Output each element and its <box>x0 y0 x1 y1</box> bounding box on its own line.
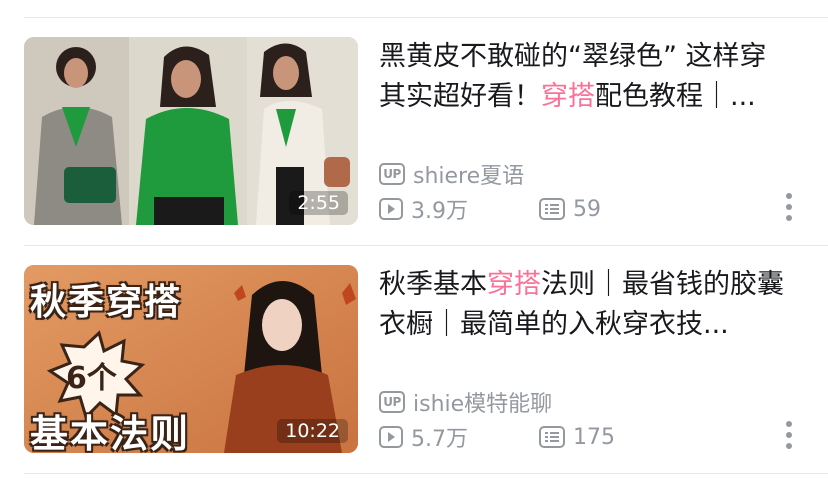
danmaku-icon <box>539 426 565 448</box>
danmaku-count: 59 <box>573 196 601 222</box>
views-count: 5.7万 <box>411 427 468 452</box>
video-duration: 10:22 <box>277 419 348 443</box>
danmaku-icon <box>539 198 565 220</box>
top-divider <box>24 17 828 18</box>
up-badge-icon: UP <box>379 391 405 413</box>
play-count-icon <box>379 426 403 448</box>
danmaku-stat: 175 <box>539 425 615 450</box>
views-stat: 3.9万 <box>379 193 539 225</box>
danmaku-stat: 59 <box>539 197 601 222</box>
title-highlight: 穿搭 <box>487 269 541 300</box>
play-count-icon <box>379 198 403 220</box>
video-stats: 5.7万 175 <box>379 421 615 453</box>
uploader-row[interactable]: UP ishie模特能聊 <box>379 388 553 417</box>
views-count: 3.9万 <box>411 199 468 224</box>
video-card[interactable]: 秋季穿搭 6个 基本法则 10:22 秋季基本穿搭法则｜最省钱的胶囊衣橱｜最简单… <box>24 265 828 453</box>
title-text: 秋季基本 <box>379 269 487 300</box>
video-card[interactable]: 2:55 黑黄皮不敢碰的“翠绿色” 这样穿其实超好看！穿搭配色教程｜... UP… <box>24 37 828 225</box>
video-duration: 2:55 <box>289 191 348 215</box>
uploader-row[interactable]: UP shiere夏语 <box>379 160 525 189</box>
uploader-name: ishie模特能聊 <box>413 392 553 417</box>
up-badge-icon: UP <box>379 163 405 185</box>
more-options-icon[interactable] <box>780 189 798 225</box>
video-thumbnail[interactable]: 2:55 <box>24 37 358 225</box>
title-text: 配色教程｜... <box>595 81 756 112</box>
card-divider <box>24 245 828 246</box>
thumb-text-bottom: 基本法则 <box>30 412 191 453</box>
danmaku-count: 175 <box>573 424 615 450</box>
video-stats: 3.9万 59 <box>379 193 601 225</box>
video-title[interactable]: 秋季基本穿搭法则｜最省钱的胶囊衣橱｜最简单的入秋穿衣技... <box>379 265 789 345</box>
title-highlight: 穿搭 <box>541 81 595 112</box>
views-stat: 5.7万 <box>379 421 539 453</box>
thumb-text-badge: 6个 <box>66 361 117 396</box>
video-title[interactable]: 黑黄皮不敢碰的“翠绿色” 这样穿其实超好看！穿搭配色教程｜... <box>379 37 789 117</box>
video-thumbnail[interactable]: 秋季穿搭 6个 基本法则 10:22 <box>24 265 358 453</box>
uploader-name: shiere夏语 <box>413 164 525 189</box>
thumb-text-top: 秋季穿搭 <box>30 282 183 323</box>
more-options-icon[interactable] <box>780 417 798 453</box>
card-divider <box>24 473 828 474</box>
